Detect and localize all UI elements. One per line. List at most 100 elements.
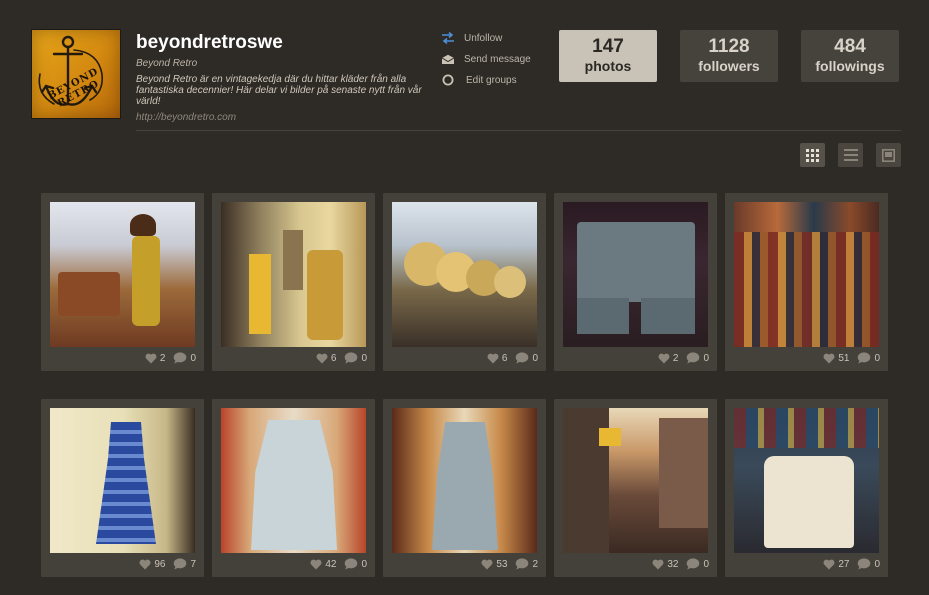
- like-count[interactable]: 2: [145, 352, 166, 364]
- speech-bubble-icon: [174, 558, 187, 570]
- stat-photos[interactable]: 147 photos: [559, 30, 657, 82]
- photo-meta: 6 0: [308, 351, 367, 365]
- heart-icon: [310, 559, 322, 569]
- photo-thumbnail[interactable]: [221, 202, 366, 347]
- profile-username[interactable]: beyondretroswe: [136, 32, 283, 54]
- photo-card: 6 0: [383, 193, 546, 371]
- like-count[interactable]: 96: [139, 559, 165, 570]
- like-count-value: 51: [838, 352, 850, 364]
- comment-count-value: 0: [703, 558, 709, 570]
- speech-bubble-icon: [345, 558, 358, 570]
- photo-card: 2 0: [554, 193, 717, 371]
- stat-followers-count: 1128: [708, 36, 750, 57]
- like-count-value: 6: [501, 352, 508, 364]
- like-count-value: 53: [496, 558, 508, 570]
- photo-thumbnail[interactable]: [563, 202, 708, 347]
- like-count-value: 96: [154, 558, 166, 570]
- heart-icon: [316, 353, 328, 363]
- speech-bubble-icon: [174, 352, 187, 364]
- photo-card: 27 0: [725, 399, 888, 577]
- stat-photos-label: photos: [584, 58, 632, 74]
- photo-thumbnail[interactable]: [392, 202, 537, 347]
- photo-thumbnail[interactable]: [392, 408, 537, 553]
- heart-icon: [652, 559, 664, 569]
- photo-meta: 2 0: [137, 351, 196, 365]
- photo-thumbnail[interactable]: [563, 408, 708, 553]
- photo-meta: 51 0: [815, 351, 880, 365]
- comment-count[interactable]: 2: [515, 558, 538, 570]
- photo-meta: 53 2: [473, 557, 538, 571]
- speech-bubble-icon: [687, 558, 700, 570]
- comment-count[interactable]: 0: [686, 352, 709, 364]
- like-count[interactable]: 32: [652, 559, 678, 570]
- like-count[interactable]: 51: [823, 353, 849, 364]
- like-count-value: 2: [159, 352, 166, 364]
- comment-count[interactable]: 0: [857, 558, 880, 570]
- photo-thumbnail[interactable]: [221, 408, 366, 553]
- stat-followings-count: 484: [834, 36, 866, 57]
- heart-icon: [487, 353, 499, 363]
- swap-arrows-icon: [440, 32, 456, 44]
- comment-count[interactable]: 7: [173, 558, 196, 570]
- comment-count[interactable]: 0: [344, 352, 367, 364]
- comment-count[interactable]: 0: [686, 558, 709, 570]
- photo-thumbnail[interactable]: [50, 408, 195, 553]
- photo-meta: 6 0: [479, 351, 538, 365]
- photo-thumbnail[interactable]: [50, 202, 195, 347]
- stat-followings-label: followings: [815, 58, 885, 74]
- speech-bubble-icon: [858, 558, 871, 570]
- photo-meta: 2 0: [650, 351, 709, 365]
- photo-meta: 27 0: [815, 557, 880, 571]
- grid-view-button[interactable]: [800, 143, 825, 167]
- like-count-value: 6: [330, 352, 337, 364]
- photo-card: 53 2: [383, 399, 546, 577]
- like-count[interactable]: 42: [310, 559, 336, 570]
- like-count-value: 42: [325, 558, 337, 570]
- photo-thumbnail[interactable]: [734, 202, 879, 347]
- grid-view-icon: [806, 148, 819, 162]
- like-count[interactable]: 53: [481, 559, 507, 570]
- profile-bio: Beyond Retro är en vintagekedja där du h…: [136, 74, 422, 107]
- list-view-button[interactable]: [838, 143, 863, 167]
- edit-groups-button[interactable]: Edit groups: [440, 70, 531, 90]
- comment-count-value: 0: [532, 352, 538, 364]
- stat-followers[interactable]: 1128 followers: [680, 30, 778, 82]
- photo-thumbnail[interactable]: [734, 408, 879, 553]
- speech-bubble-icon: [858, 352, 871, 364]
- single-view-button[interactable]: [876, 143, 901, 167]
- comment-count[interactable]: 0: [344, 558, 367, 570]
- profile-actions: Unfollow Send message Edit groups: [440, 28, 531, 91]
- comment-count[interactable]: 0: [173, 352, 196, 364]
- comment-count-value: 0: [361, 558, 367, 570]
- unfollow-label: Unfollow: [464, 32, 503, 44]
- unfollow-button[interactable]: Unfollow: [440, 28, 531, 48]
- heart-icon: [823, 353, 835, 363]
- header-divider: [136, 130, 901, 131]
- comment-count-value: 0: [874, 558, 880, 570]
- photo-card: 51 0: [725, 193, 888, 371]
- comment-count-value: 0: [190, 352, 196, 364]
- profile-avatar[interactable]: BEYOND RETRO: [32, 30, 120, 118]
- circle-icon: [440, 74, 456, 86]
- comment-count-value: 0: [703, 352, 709, 364]
- speech-bubble-icon: [345, 352, 358, 364]
- comment-count[interactable]: 0: [857, 352, 880, 364]
- single-view-icon: [882, 148, 895, 162]
- photo-card: 96 7: [41, 399, 204, 577]
- like-count[interactable]: 6: [487, 352, 508, 364]
- heart-icon: [145, 353, 157, 363]
- stat-followings[interactable]: 484 followings: [801, 30, 899, 82]
- like-count[interactable]: 6: [316, 352, 337, 364]
- heart-icon: [139, 559, 151, 569]
- comment-count[interactable]: 0: [515, 352, 538, 364]
- like-count[interactable]: 2: [658, 353, 678, 364]
- photo-card: 2 0: [41, 193, 204, 371]
- send-message-button[interactable]: Send message: [440, 49, 531, 69]
- photo-meta: 42 0: [302, 557, 367, 571]
- heart-icon: [481, 559, 493, 569]
- heart-icon: [823, 559, 835, 569]
- photo-card: 42 0: [212, 399, 375, 577]
- profile-website-link[interactable]: http://beyondretro.com: [136, 112, 236, 123]
- photo-meta: 32 0: [644, 557, 709, 571]
- like-count[interactable]: 27: [823, 559, 849, 570]
